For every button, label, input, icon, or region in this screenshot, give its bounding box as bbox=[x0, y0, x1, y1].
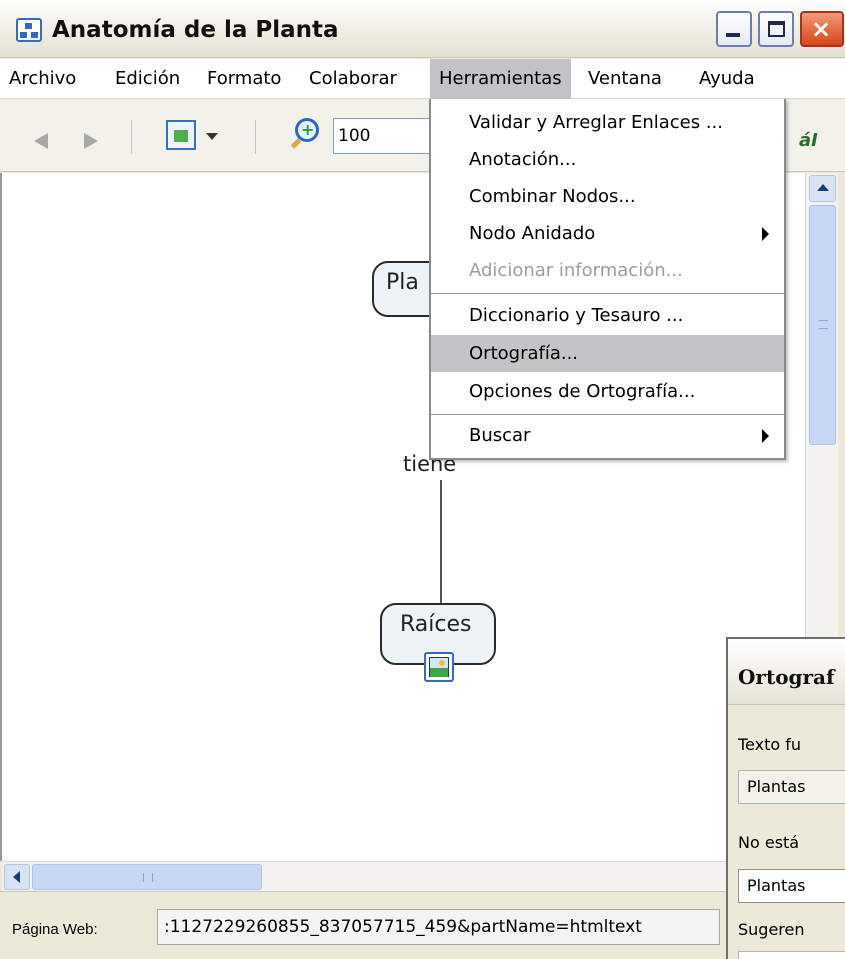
dialog-title: Ortograf bbox=[738, 665, 835, 689]
menu-item-combinar-nodos[interactable]: Combinar Nodos... bbox=[431, 178, 784, 215]
vertical-scroll-thumb[interactable] bbox=[809, 205, 836, 445]
connection-line bbox=[440, 480, 442, 603]
spelling-dialog: Ortograf Texto fu Plantas No está Planta… bbox=[726, 637, 845, 959]
menu-herramientas[interactable]: Herramientas bbox=[430, 59, 571, 99]
found-text-field: Plantas bbox=[738, 770, 845, 804]
herramientas-menu: Validar y Arreglar Enlaces ... Anotación… bbox=[429, 99, 786, 460]
web-page-label: Página Web: bbox=[12, 921, 98, 938]
view-mode-icon[interactable] bbox=[166, 120, 196, 150]
menu-separator bbox=[431, 293, 784, 294]
back-arrow-icon[interactable] bbox=[34, 133, 48, 149]
menu-separator bbox=[431, 414, 784, 415]
dialog-title-bar[interactable]: Ortograf bbox=[728, 639, 845, 705]
menu-item-label: Opciones de Ortografía... bbox=[469, 381, 696, 402]
scroll-up-icon[interactable] bbox=[809, 175, 836, 202]
menu-formato[interactable]: Formato bbox=[198, 59, 290, 99]
menu-item-label: Nodo Anidado bbox=[469, 223, 596, 244]
menu-item-ortografia[interactable]: Ortografía... bbox=[431, 335, 784, 372]
menu-bar: Archivo Edición Formato Colaborar Herram… bbox=[0, 59, 845, 99]
zoom-in-icon[interactable]: + bbox=[290, 118, 321, 149]
chevron-down-icon[interactable] bbox=[206, 133, 218, 140]
not-found-label: No está bbox=[738, 833, 800, 852]
menu-item-adicionar-informacion: Adicionar información... bbox=[431, 252, 784, 289]
zoom-input[interactable] bbox=[333, 118, 433, 154]
menu-ventana[interactable]: Ventana bbox=[579, 59, 671, 99]
found-text-label: Texto fu bbox=[738, 735, 802, 754]
menu-item-diccionario-tesauro[interactable]: Diccionario y Tesauro ... bbox=[431, 297, 784, 334]
menu-item-validar-enlaces[interactable]: Validar y Arreglar Enlaces ... bbox=[431, 104, 784, 141]
forward-arrow-icon[interactable] bbox=[84, 133, 98, 149]
menu-item-nodo-anidado[interactable]: Nodo Anidado bbox=[431, 215, 784, 252]
menu-item-label: Adicionar información... bbox=[469, 260, 683, 281]
image-resource-icon[interactable] bbox=[424, 652, 454, 682]
horizontal-scroll-thumb[interactable] bbox=[32, 864, 262, 890]
maximize-button[interactable] bbox=[758, 11, 794, 47]
app-window: Anatomía de la Planta × Archivo Edición … bbox=[0, 0, 845, 959]
submenu-arrow-icon bbox=[762, 227, 769, 241]
minimize-icon bbox=[726, 33, 740, 37]
menu-item-anotacion[interactable]: Anotación... bbox=[431, 141, 784, 178]
menu-item-label: Validar y Arreglar Enlaces ... bbox=[469, 112, 724, 133]
title-bar[interactable]: Anatomía de la Planta × bbox=[0, 0, 845, 58]
close-button[interactable]: × bbox=[800, 11, 844, 47]
menu-item-label: Combinar Nodos... bbox=[469, 186, 636, 207]
menu-ayuda[interactable]: Ayuda bbox=[690, 59, 764, 99]
toolbar-separator bbox=[255, 120, 256, 154]
menu-colaborar[interactable]: Colaborar bbox=[300, 59, 406, 99]
replacement-input[interactable]: Plantas bbox=[738, 869, 845, 903]
menu-item-label: Buscar bbox=[469, 425, 531, 446]
toolbar-separator bbox=[131, 120, 132, 154]
scroll-left-icon[interactable] bbox=[4, 864, 30, 890]
concept-map-app-icon bbox=[16, 18, 42, 42]
styles-icon[interactable]: áI bbox=[799, 130, 818, 151]
status-bar: Página Web: bbox=[0, 891, 845, 959]
menu-item-opciones-ortografia[interactable]: Opciones de Ortografía... bbox=[431, 373, 784, 410]
close-icon: × bbox=[811, 15, 832, 43]
menu-edicion[interactable]: Edición bbox=[106, 59, 189, 99]
menu-item-label: Ortografía... bbox=[469, 343, 579, 364]
menu-item-buscar[interactable]: Buscar bbox=[431, 417, 784, 454]
suggestions-list[interactable] bbox=[738, 951, 845, 959]
menu-item-label: Diccionario y Tesauro ... bbox=[469, 305, 684, 326]
menu-archivo[interactable]: Archivo bbox=[0, 59, 85, 99]
maximize-icon bbox=[768, 21, 785, 37]
menu-item-label: Anotación... bbox=[469, 149, 577, 170]
window-title: Anatomía de la Planta bbox=[52, 17, 339, 43]
submenu-arrow-icon bbox=[762, 429, 769, 443]
suggestions-label: Sugeren bbox=[738, 920, 805, 939]
minimize-button[interactable] bbox=[716, 11, 752, 47]
web-page-url-field[interactable] bbox=[157, 909, 720, 945]
horizontal-scrollbar[interactable] bbox=[2, 861, 805, 891]
